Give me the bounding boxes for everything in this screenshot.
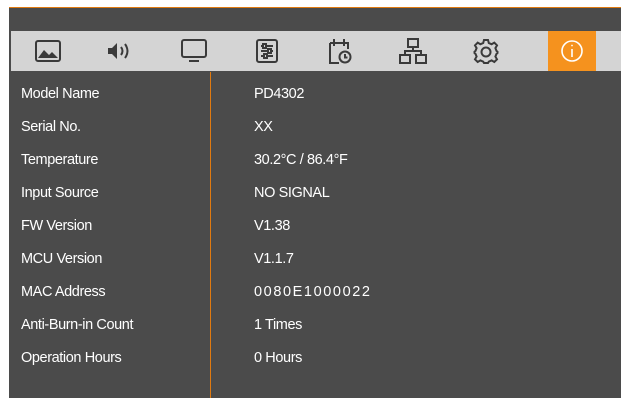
info-row-mcu-version: MCU Version V1.1.7 <box>21 245 611 278</box>
info-label: Temperature <box>21 152 98 168</box>
speaker-icon <box>106 40 136 62</box>
tab-network[interactable] <box>376 31 449 71</box>
info-row-anti-burn-in-count: Anti-Burn-in Count 1 Times <box>21 311 611 344</box>
info-label: FW Version <box>21 218 92 234</box>
info-label: Input Source <box>21 185 99 201</box>
info-value: 0 Hours <box>254 350 302 366</box>
tab-information[interactable] <box>548 31 596 71</box>
info-icon <box>560 39 584 63</box>
network-icon <box>398 38 427 64</box>
tab-bar <box>11 31 621 71</box>
info-value: PD4302 <box>254 86 304 102</box>
info-value: XX <box>254 119 273 135</box>
info-row-serial-no: Serial No. XX <box>21 113 611 146</box>
info-row-fw-version: FW Version V1.38 <box>21 212 611 245</box>
info-value: NO SIGNAL <box>254 185 330 201</box>
info-value: 0080E1000022 <box>254 284 372 300</box>
tab-picture[interactable] <box>11 31 84 71</box>
picture-icon <box>34 40 61 62</box>
tab-audio[interactable] <box>84 31 157 71</box>
schedule-calendar-icon <box>328 37 352 65</box>
tab-schedule[interactable] <box>303 31 376 71</box>
info-value: 30.2°C / 86.4°F <box>254 152 348 168</box>
info-label: MAC Address <box>21 284 106 300</box>
info-label: Operation Hours <box>21 350 122 366</box>
tab-screen[interactable] <box>157 31 230 71</box>
info-label: Model Name <box>21 86 100 102</box>
info-label: Anti-Burn-in Count <box>21 317 134 333</box>
info-row-model-name: Model Name PD4302 <box>21 80 611 113</box>
tab-settings[interactable] <box>449 31 522 71</box>
info-value: V1.38 <box>254 218 290 234</box>
monitor-icon <box>180 39 207 63</box>
info-label: MCU Version <box>21 251 103 267</box>
info-row-operation-hours: Operation Hours 0 Hours <box>21 344 611 377</box>
info-row-temperature: Temperature 30.2°C / 86.4°F <box>21 146 611 179</box>
info-row-mac-address: MAC Address 0080E1000022 <box>21 278 611 311</box>
info-row-input-source: Input Source NO SIGNAL <box>21 179 611 212</box>
gear-icon <box>473 38 499 64</box>
top-divider <box>9 7 621 8</box>
info-label: Serial No. <box>21 119 81 135</box>
tab-adjust[interactable] <box>230 31 303 71</box>
info-value: V1.1.7 <box>254 251 294 267</box>
adjust-sliders-icon <box>255 39 278 63</box>
info-value: 1 Times <box>254 317 302 333</box>
